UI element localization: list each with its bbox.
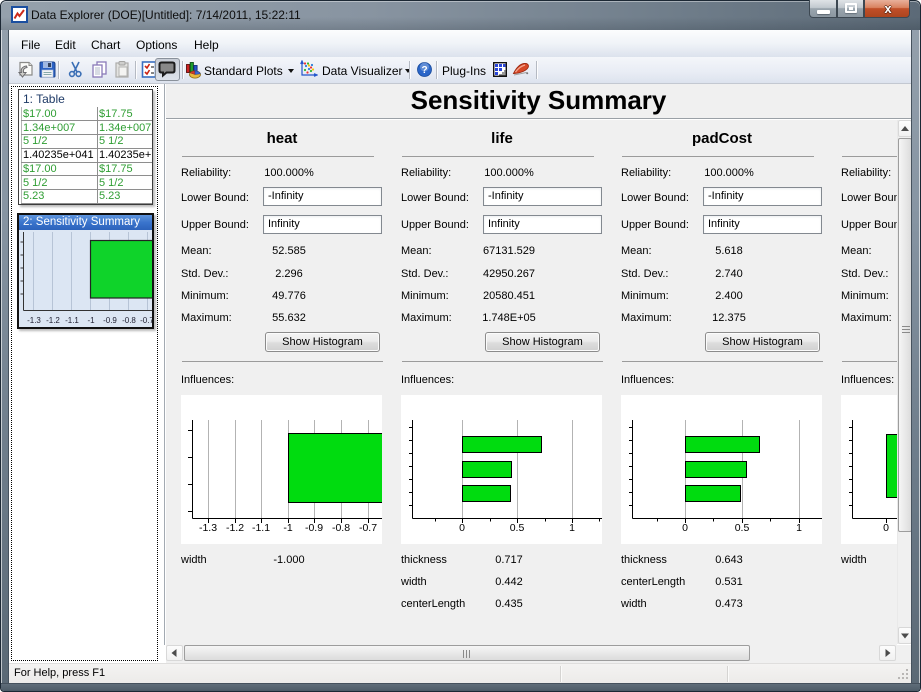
svg-text:-0.9: -0.9 <box>305 522 323 534</box>
svg-text:-0.8: -0.8 <box>332 522 350 534</box>
svg-text:-1.2: -1.2 <box>46 316 60 325</box>
svg-text:0: 0 <box>883 522 889 534</box>
svg-text:-1.2: -1.2 <box>226 522 244 534</box>
svg-text:-0.9: -0.9 <box>103 316 117 325</box>
svg-text:-0.7: -0.7 <box>359 522 377 534</box>
svg-text:-1: -1 <box>87 316 95 325</box>
svg-text:0: 0 <box>682 522 688 534</box>
svg-text:-1.1: -1.1 <box>65 316 79 325</box>
svg-text:-1: -1 <box>283 522 292 534</box>
svg-text:-1.1: -1.1 <box>252 522 270 534</box>
svg-text:-0.8: -0.8 <box>122 316 136 325</box>
svg-text:-1.3: -1.3 <box>199 522 217 534</box>
svg-text:0.5: 0.5 <box>510 522 525 534</box>
svg-text:-0.7: -0.7 <box>140 316 152 325</box>
svg-text:1: 1 <box>796 522 802 534</box>
svg-text:1: 1 <box>569 522 575 534</box>
svg-text:?: ? <box>421 65 427 76</box>
svg-text:0: 0 <box>459 522 465 534</box>
svg-text:-1.3: -1.3 <box>27 316 41 325</box>
svg-text:0.5: 0.5 <box>735 522 750 534</box>
